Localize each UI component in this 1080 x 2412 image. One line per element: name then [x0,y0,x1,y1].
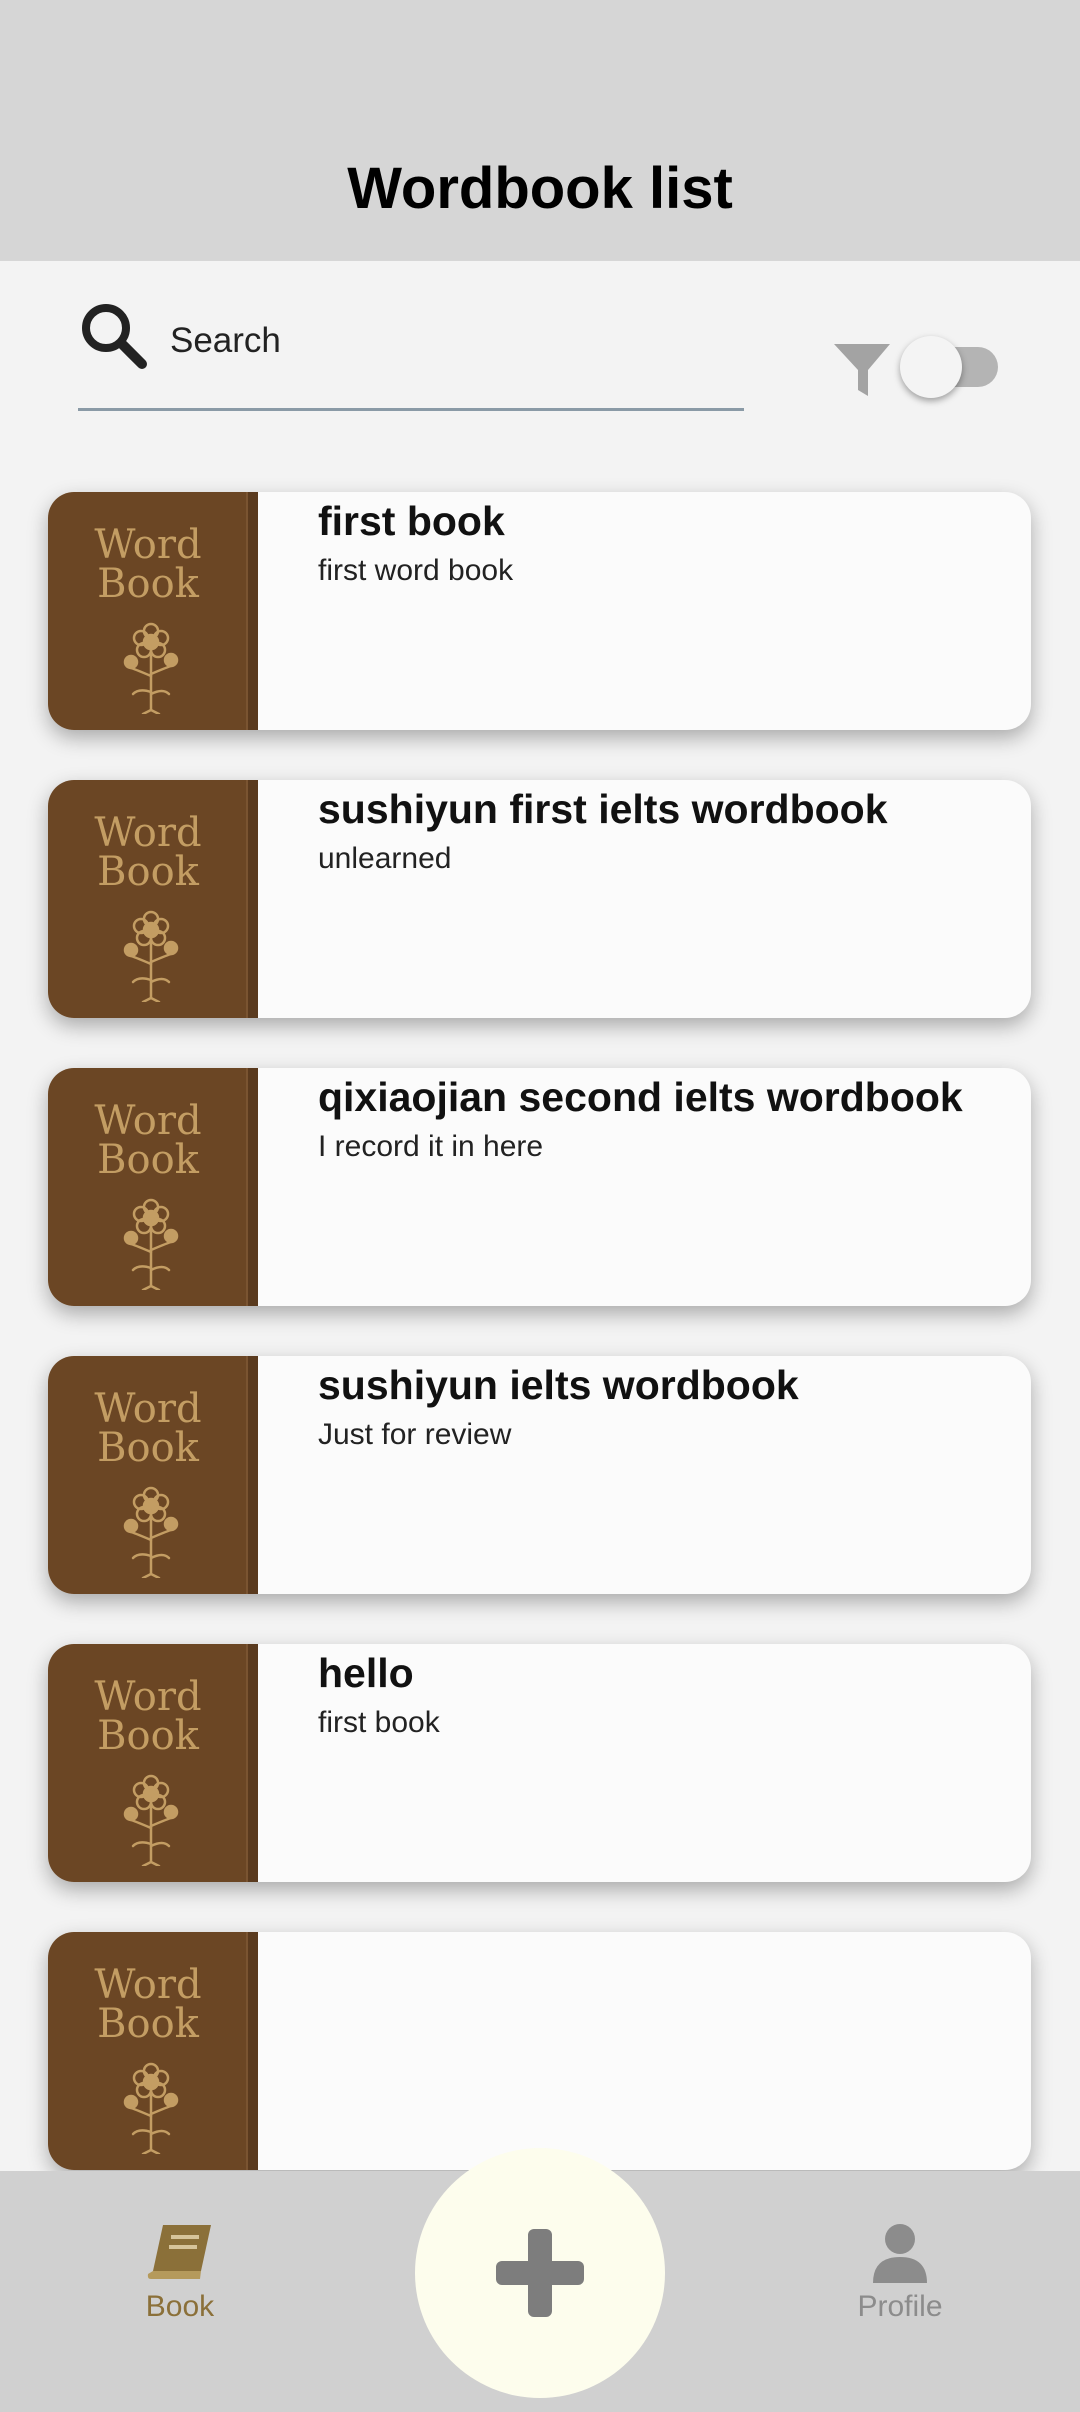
cover-title-book: Book [97,561,199,607]
flower-icon [123,1198,179,1290]
nav-profile-label: Profile [857,2290,943,2323]
flower-icon [123,910,179,1002]
filter-toggle[interactable] [900,336,998,398]
wordbook-title: hello [318,1650,414,1696]
search-icon [82,304,147,369]
wordbook-description: first book [318,1706,440,1739]
flower-icon [123,622,179,714]
cover-title-book: Book [97,1425,199,1471]
book-cover: Word Book [48,1644,258,1882]
book-cover: Word Book [48,1932,258,2170]
wordbook-description: first word book [318,554,514,587]
wordbook-card[interactable]: Word Book [48,1932,1031,2170]
book-cover: Word Book [48,780,258,1018]
flower-icon [123,1486,179,1578]
user-icon [873,2224,927,2283]
nav-book-label: Book [145,2290,215,2323]
search-input[interactable] [168,310,732,372]
wordbook-title: sushiyun ielts wordbook [318,1362,799,1408]
add-wordbook-button[interactable] [415,2148,665,2398]
wordbook-card[interactable]: Word Book first book first word book [48,492,1031,730]
plus-icon [496,2229,584,2317]
wordbook-card[interactable]: Word Book sushiyun ielts wordbook Just fo… [48,1356,1031,1594]
nav-book-tab[interactable]: Book [120,2221,240,2324]
book-cover: Word Book [48,492,258,730]
cover-title-book: Book [97,1137,199,1183]
wordbook-description: unlearned [318,842,452,875]
search-bar[interactable] [78,290,744,411]
cover-title-book: Book [97,849,199,895]
page-title: Wordbook list [347,156,733,221]
cover-title-book: Book [97,2001,199,2047]
app-header: Wordbook list [0,0,1080,261]
wordbook-title: first book [318,498,505,544]
wordbook-title: qixiaojian second ielts wordbook [318,1074,963,1120]
flower-icon [123,1774,179,1866]
nav-profile-tab[interactable]: Profile [840,2221,960,2324]
flower-icon [123,2062,179,2154]
wordbook-description: Just for review [318,1418,512,1451]
filter-icon[interactable] [832,338,894,400]
book-cover: Word Book [48,1356,258,1594]
wordbook-card[interactable]: Word Book hello first book [48,1644,1031,1882]
wordbook-card[interactable]: Word Book sushiyun first ielts wordbook u… [48,780,1031,1018]
wordbook-title: sushiyun first ielts wordbook [318,786,888,832]
book-icon [147,2225,211,2279]
wordbook-description: I record it in here [318,1130,544,1163]
toggle-knob [900,336,962,398]
cover-title-book: Book [97,1713,199,1759]
wordbook-card[interactable]: Word Book qixiaojian second ielts wordboo… [48,1068,1031,1306]
book-cover: Word Book [48,1068,258,1306]
